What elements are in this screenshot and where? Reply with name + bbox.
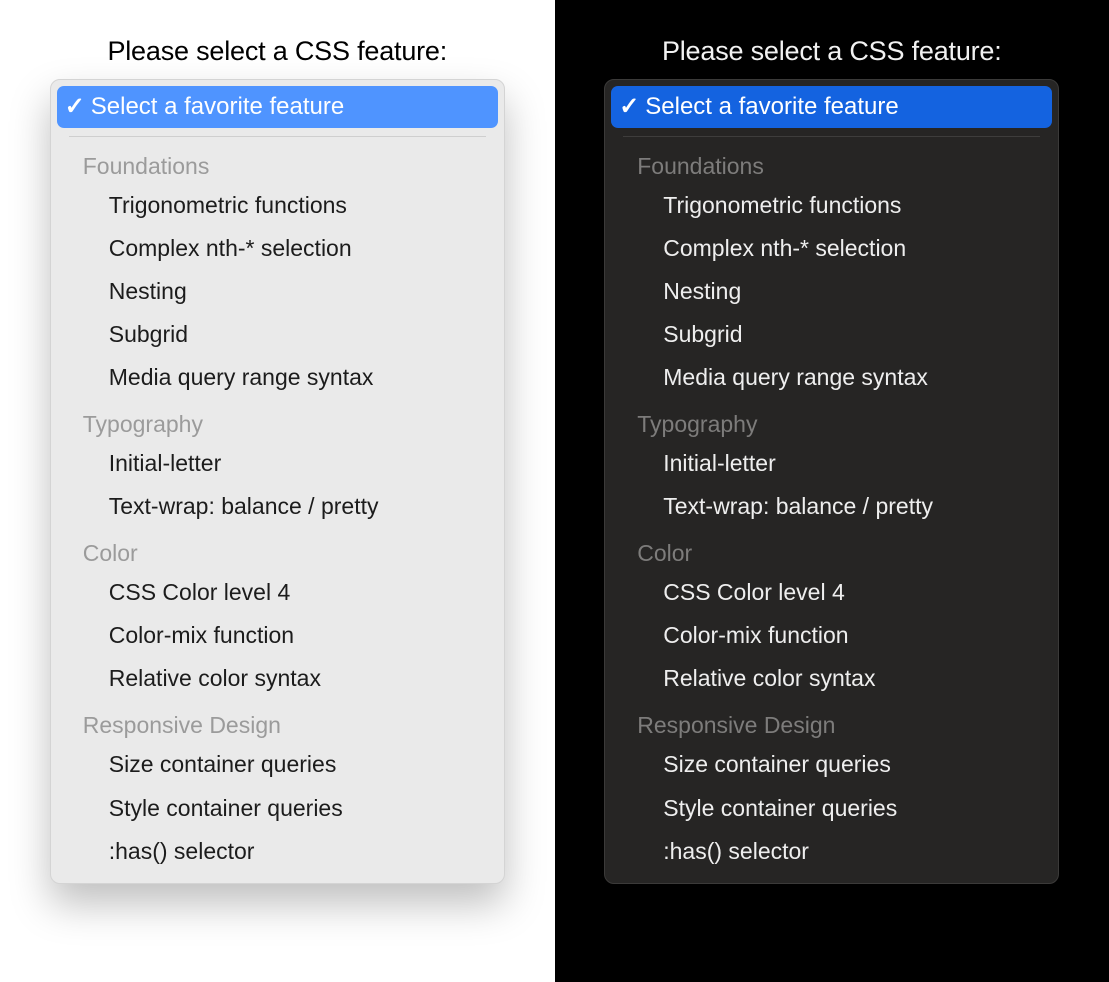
checkmark-icon: ✓: [619, 92, 637, 121]
selected-option-label: Select a favorite feature: [91, 93, 344, 121]
light-theme-pane: Please select a CSS feature: ✓ Select a …: [0, 0, 555, 982]
prompt-label: Please select a CSS feature:: [107, 36, 447, 67]
checkmark-icon: ✓: [65, 92, 83, 121]
select-option[interactable]: Relative color syntax: [57, 657, 498, 700]
select-option[interactable]: Size container queries: [611, 743, 1052, 786]
select-option[interactable]: Style container queries: [57, 787, 498, 830]
select-option[interactable]: Text-wrap: balance / pretty: [57, 485, 498, 528]
select-option[interactable]: Style container queries: [611, 787, 1052, 830]
selected-option-label: Select a favorite feature: [645, 93, 898, 121]
optgroup-label: Typography: [611, 399, 1052, 442]
optgroup-label: Responsive Design: [57, 700, 498, 743]
optgroup-label: Typography: [57, 399, 498, 442]
select-popup[interactable]: ✓ Select a favorite feature Foundations …: [50, 79, 505, 884]
optgroup-label: Responsive Design: [611, 700, 1052, 743]
optgroup-label: Color: [611, 528, 1052, 571]
popup-divider: [69, 136, 486, 137]
popup-divider: [623, 136, 1040, 137]
select-option[interactable]: Complex nth-* selection: [57, 227, 498, 270]
select-option[interactable]: Initial-letter: [611, 442, 1052, 485]
prompt-label: Please select a CSS feature:: [662, 36, 1002, 67]
select-popup[interactable]: ✓ Select a favorite feature Foundations …: [604, 79, 1059, 884]
select-option[interactable]: Text-wrap: balance / pretty: [611, 485, 1052, 528]
selected-option-row[interactable]: ✓ Select a favorite feature: [57, 86, 498, 128]
select-option[interactable]: Relative color syntax: [611, 657, 1052, 700]
select-option[interactable]: Media query range syntax: [57, 356, 498, 399]
select-option[interactable]: Subgrid: [57, 313, 498, 356]
optgroup-label: Foundations: [57, 141, 498, 184]
select-option[interactable]: Trigonometric functions: [611, 184, 1052, 227]
select-option[interactable]: Trigonometric functions: [57, 184, 498, 227]
dark-theme-pane: Please select a CSS feature: ✓ Select a …: [555, 0, 1109, 982]
select-option[interactable]: Color-mix function: [611, 614, 1052, 657]
select-option[interactable]: :has() selector: [611, 830, 1052, 873]
select-option[interactable]: Media query range syntax: [611, 356, 1052, 399]
select-option[interactable]: CSS Color level 4: [57, 571, 498, 614]
select-option[interactable]: Size container queries: [57, 743, 498, 786]
select-option[interactable]: Subgrid: [611, 313, 1052, 356]
select-option[interactable]: Nesting: [611, 270, 1052, 313]
select-option[interactable]: Initial-letter: [57, 442, 498, 485]
select-option[interactable]: CSS Color level 4: [611, 571, 1052, 614]
select-option[interactable]: Complex nth-* selection: [611, 227, 1052, 270]
optgroup-label: Color: [57, 528, 498, 571]
select-option[interactable]: Nesting: [57, 270, 498, 313]
optgroup-label: Foundations: [611, 141, 1052, 184]
select-option[interactable]: Color-mix function: [57, 614, 498, 657]
selected-option-row[interactable]: ✓ Select a favorite feature: [611, 86, 1052, 128]
select-option[interactable]: :has() selector: [57, 830, 498, 873]
